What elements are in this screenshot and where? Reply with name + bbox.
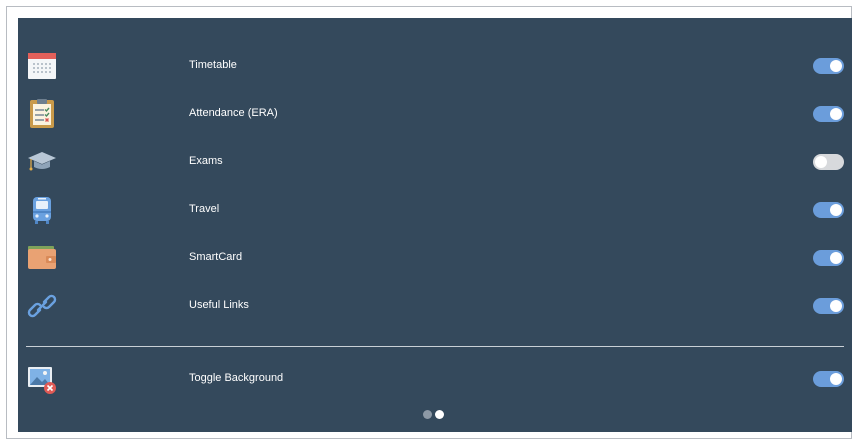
bus-icon [26, 194, 58, 226]
toggle-knob [815, 156, 827, 168]
toggle-knob [830, 252, 842, 264]
toggle-knob [830, 373, 842, 385]
clipboard-checklist-icon [26, 98, 58, 130]
graduation-cap-icon [26, 146, 58, 178]
setting-label-exams: Exams [189, 155, 223, 167]
background-toggle[interactable] [813, 371, 844, 387]
setting-label-attendance: Attendance (ERA) [189, 107, 278, 119]
pagination-dots [423, 410, 447, 420]
setting-row-exams: Exams [18, 142, 852, 182]
travel-toggle[interactable] [813, 202, 844, 218]
settings-panel: Timetable Attendance (ERA) Exams Travel … [18, 18, 852, 432]
section-divider [26, 346, 844, 347]
setting-row-timetable: Timetable [18, 46, 852, 86]
toggle-knob [830, 204, 842, 216]
setting-label-toggle-background: Toggle Background [189, 372, 284, 384]
setting-row-useful-links: Useful Links [18, 286, 852, 326]
timetable-toggle[interactable] [813, 58, 844, 74]
image-remove-icon [26, 363, 58, 395]
setting-row-attendance: Attendance (ERA) [18, 94, 852, 134]
setting-label-useful-links: Useful Links [189, 299, 249, 311]
setting-label-travel: Travel [189, 203, 220, 215]
page-dot-1[interactable] [423, 410, 432, 419]
link-icon [26, 290, 58, 322]
useful-links-toggle[interactable] [813, 298, 844, 314]
wallet-icon [26, 242, 58, 274]
page-dot-2-active[interactable] [435, 410, 444, 419]
attendance-toggle[interactable] [813, 106, 844, 122]
setting-label-smartcard: SmartCard [189, 251, 243, 263]
toggle-knob [830, 108, 842, 120]
setting-label-timetable: Timetable [189, 59, 237, 71]
toggle-knob [830, 60, 842, 72]
smartcard-toggle[interactable] [813, 250, 844, 266]
setting-row-smartcard: SmartCard [18, 238, 852, 278]
exams-toggle[interactable] [813, 154, 844, 170]
calendar-icon [26, 50, 58, 82]
setting-row-travel: Travel [18, 190, 852, 230]
toggle-knob [830, 300, 842, 312]
setting-row-toggle-background: Toggle Background [18, 359, 852, 399]
